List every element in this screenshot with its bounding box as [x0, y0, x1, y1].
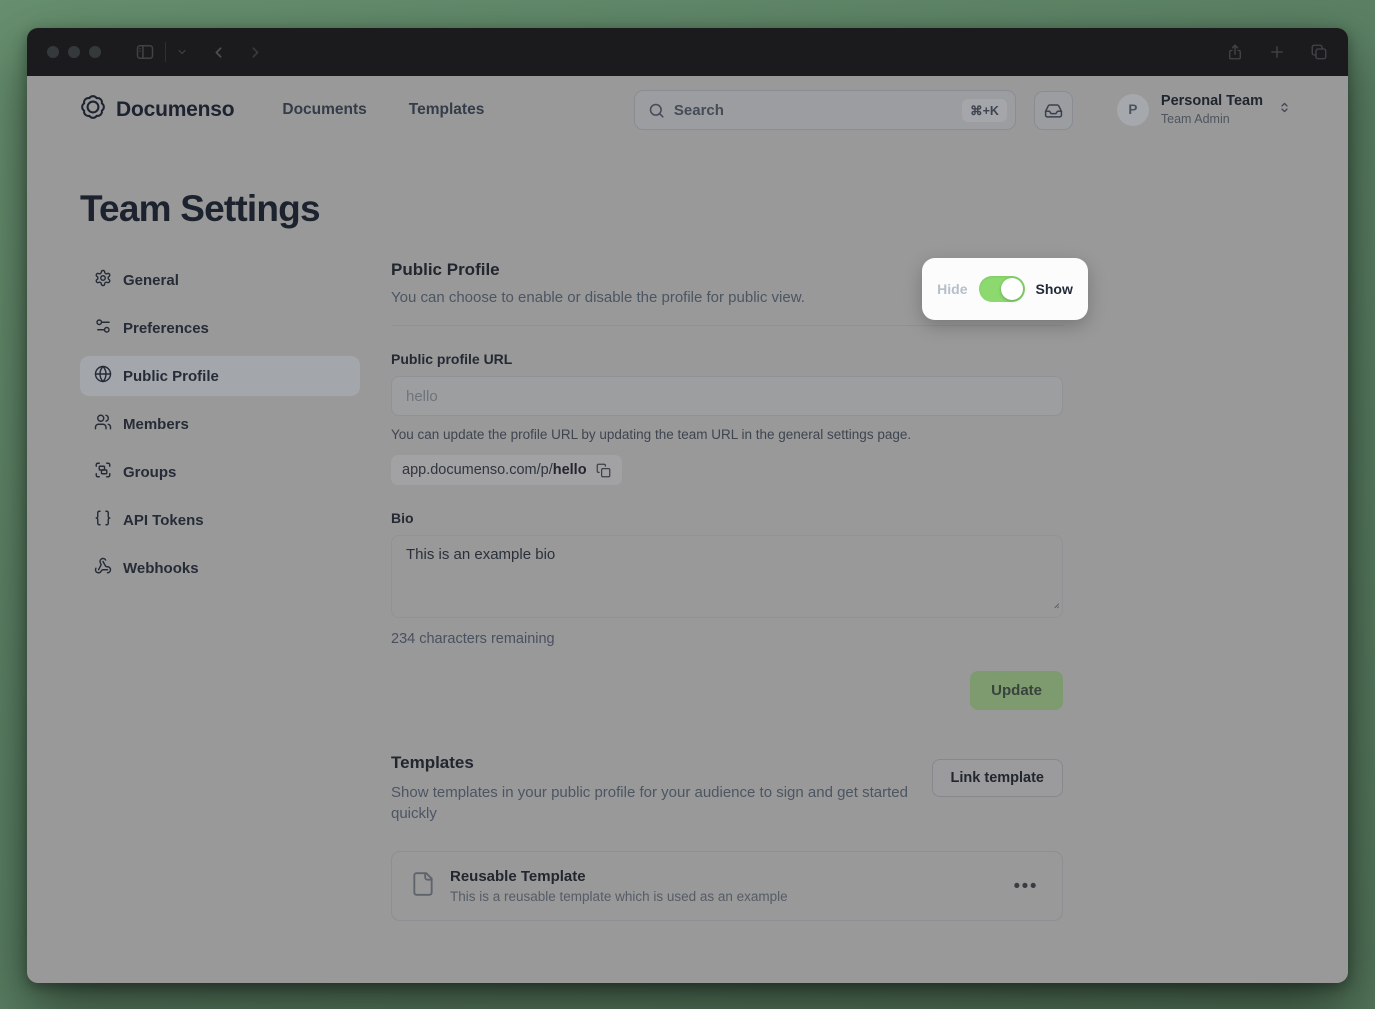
toggle-knob: [1001, 278, 1023, 300]
browser-titlebar: [27, 28, 1348, 76]
close-window-button[interactable]: [47, 46, 59, 58]
sidebar-item-label: API Tokens: [123, 512, 204, 529]
sidebar-item-groups[interactable]: Groups: [80, 452, 360, 492]
sidebar-toggle-icon[interactable]: [135, 42, 155, 62]
search-input[interactable]: [674, 102, 962, 119]
section-heading-templates: Templates: [391, 753, 921, 773]
inbox-icon: [1044, 101, 1063, 120]
public-profile-panel: Public Profile You can choose to enable …: [391, 260, 1063, 921]
search-shortcut-badge: ⌘+K: [962, 99, 1007, 122]
copy-url-button[interactable]: [596, 463, 611, 478]
team-switcher[interactable]: P Personal Team Team Admin: [1117, 93, 1292, 126]
template-list-item: Reusable Template This is a reusable tem…: [391, 851, 1063, 921]
group-icon: [94, 461, 112, 483]
inbox-button[interactable]: [1034, 91, 1073, 130]
divider: [391, 325, 1063, 326]
chevron-down-icon[interactable]: [176, 46, 188, 58]
sidebar-item-members[interactable]: Members: [80, 404, 360, 444]
sidebar-item-api-tokens[interactable]: API Tokens: [80, 500, 360, 540]
sidebar-item-label: Groups: [123, 464, 176, 481]
app-header: Documenso Documents Templates ⌘+K: [27, 76, 1348, 144]
zoom-window-button[interactable]: [89, 46, 101, 58]
nav-templates[interactable]: Templates: [409, 101, 485, 119]
brand-name: Documenso: [116, 98, 234, 122]
sidebar-item-preferences[interactable]: Preferences: [80, 308, 360, 348]
documenso-logo[interactable]: Documenso: [80, 94, 234, 126]
ellipsis-icon: •••: [1014, 876, 1038, 897]
update-button[interactable]: Update: [970, 671, 1063, 710]
public-profile-url-label: Public profile URL: [391, 351, 1063, 367]
page-title: Team Settings: [80, 188, 1348, 230]
bio-textarea[interactable]: This is an example bio: [391, 535, 1063, 618]
users-icon: [94, 413, 112, 435]
forward-icon[interactable]: [247, 44, 264, 61]
sidebar-item-label: Preferences: [123, 320, 209, 337]
search-bar[interactable]: ⌘+K: [634, 90, 1016, 130]
sidebar-item-label: General: [123, 272, 179, 289]
webhook-icon: [94, 557, 112, 579]
traffic-lights: [47, 46, 101, 58]
braces-icon: [94, 509, 112, 531]
url-slug: hello: [553, 462, 587, 478]
templates-description: Show templates in your public profile fo…: [391, 783, 921, 824]
profile-visibility-spotlight: Hide Show: [922, 258, 1088, 320]
template-menu-button[interactable]: •••: [1010, 873, 1042, 900]
minimize-window-button[interactable]: [68, 46, 80, 58]
browser-window: Documenso Documents Templates ⌘+K: [27, 28, 1348, 983]
sidebar-item-label: Webhooks: [123, 560, 199, 577]
app-page: Documenso Documents Templates ⌘+K: [27, 76, 1348, 983]
avatar: P: [1117, 94, 1149, 126]
sidebar-item-general[interactable]: General: [80, 260, 360, 300]
sidebar-item-webhooks[interactable]: Webhooks: [80, 548, 360, 588]
bio-label: Bio: [391, 510, 1063, 526]
globe-icon: [94, 365, 112, 387]
template-title: Reusable Template: [450, 868, 788, 885]
tab-overview-icon[interactable]: [1310, 43, 1328, 61]
toggle-on-label: Show: [1036, 281, 1073, 297]
file-icon: [410, 871, 436, 902]
search-icon: [648, 102, 665, 119]
team-role: Team Admin: [1161, 112, 1263, 126]
template-description: This is a reusable template which is use…: [450, 889, 788, 904]
characters-remaining: 234 characters remaining: [391, 631, 1063, 647]
share-icon[interactable]: [1226, 43, 1244, 61]
profile-visibility-toggle[interactable]: [979, 276, 1025, 302]
copy-icon: [596, 463, 611, 478]
chevrons-up-down-icon: [1277, 100, 1292, 120]
sliders-icon: [94, 317, 112, 339]
profile-url-preview: app.documenso.com/p/hello: [391, 455, 622, 485]
documenso-rosette-icon: [80, 94, 106, 126]
team-name: Personal Team: [1161, 93, 1263, 110]
url-help-text: You can update the profile URL by updati…: [391, 427, 1063, 442]
public-profile-url-input[interactable]: [391, 376, 1063, 416]
back-icon[interactable]: [210, 44, 227, 61]
sidebar-item-public-profile[interactable]: Public Profile: [80, 356, 360, 396]
gear-icon: [94, 269, 112, 291]
new-tab-icon[interactable]: [1268, 43, 1286, 61]
sidebar-item-label: Public Profile: [123, 368, 219, 385]
main-nav: Documents Templates: [282, 101, 484, 119]
link-template-button[interactable]: Link template: [932, 759, 1063, 797]
toggle-off-label: Hide: [937, 281, 967, 297]
settings-sidebar: General Preferences: [80, 260, 360, 596]
url-prefix: app.documenso.com/p/: [402, 462, 553, 478]
nav-documents[interactable]: Documents: [282, 101, 366, 119]
sidebar-item-label: Members: [123, 416, 189, 433]
